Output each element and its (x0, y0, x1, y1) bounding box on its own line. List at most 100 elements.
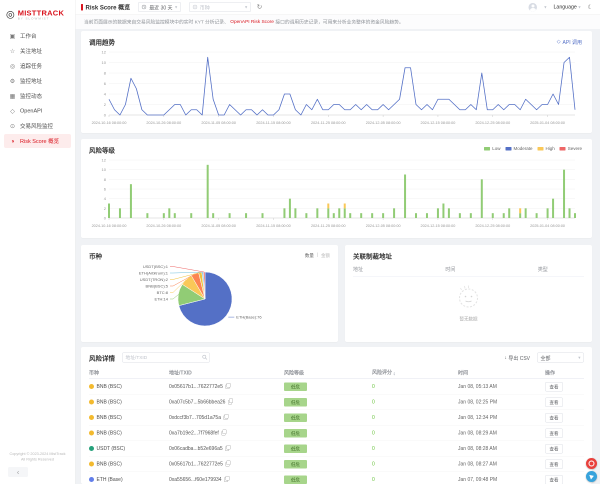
card-call-trend: 调用趋势 ◇ API 调用 0246810122024-10-16 08:00:… (81, 31, 592, 133)
copy-icon[interactable] (225, 446, 229, 451)
time-cell: Jan 08, 02:25 PM (458, 399, 545, 405)
sidebar-item-monitor-activity[interactable]: ▦监控动态 (4, 89, 71, 103)
legend-item-moderate[interactable]: Moderate (505, 146, 532, 151)
shield-icon: ⊙ (9, 123, 16, 130)
sidebar-item-openapi[interactable]: ◇OpenAPI (4, 104, 71, 118)
svg-text:6: 6 (104, 81, 107, 86)
risk-level-title: 风险等级 (89, 145, 115, 155)
view-button[interactable]: 查看 (545, 444, 563, 454)
time-range-select[interactable]: 最近 30 天 ▾ (138, 2, 181, 12)
sidebar-collapse-button[interactable]: ‹ (8, 467, 28, 477)
table-row: ETH (Base)0xa55656...f60e179934低危0Jan 07… (89, 472, 584, 484)
chevron-down-icon: ▾ (578, 4, 580, 10)
page-title: Risk Score 概览 (86, 3, 131, 12)
copy-icon[interactable] (225, 462, 229, 467)
risk-score-value: 0 (372, 477, 458, 483)
action-cell: 查看 (545, 444, 584, 454)
coin-cell: BNB (BSC) (89, 461, 169, 467)
address-text[interactable]: 0x05617b1...7622772e5 (169, 384, 223, 390)
svg-text:2025-01-04 08:00:00: 2025-01-04 08:00:00 (530, 121, 565, 125)
address-cell: 0xa07c5b7...5b66bbea26 (169, 399, 284, 405)
refresh-icon[interactable]: ↻ (257, 3, 262, 11)
sidebar-item-risk-score[interactable]: ◑Risk Score 概览 (4, 134, 71, 148)
sidebar-item-label: 交易风险监控 (20, 122, 53, 130)
address-text[interactable]: 0x06cadba...b52e696a5 (169, 446, 223, 452)
legend-label: Severe (568, 146, 582, 151)
toggle-quantity[interactable]: 数量 (305, 252, 314, 259)
sort-icon[interactable]: ▴▾ (394, 372, 396, 376)
svg-text:8: 8 (104, 71, 107, 76)
address-text[interactable]: 0x05617b1...7622772e5 (169, 461, 223, 467)
card-coins: 币种 数量 | 金额 ETH(Base):76ETH:14BTC:8BNB(BS… (81, 245, 338, 342)
copy-icon[interactable] (225, 384, 229, 389)
svg-text:4: 4 (104, 196, 107, 201)
svg-text:ETH:14: ETH:14 (154, 297, 168, 302)
chevron-down-icon: ▾ (245, 4, 247, 10)
view-button[interactable]: 查看 (545, 475, 563, 484)
table-row: BNB (BSC)0xdccf3b7...705d1a75a低危0Jan 08,… (89, 410, 584, 426)
account-chevron-down-icon[interactable]: ▾ (544, 4, 546, 10)
copy-icon[interactable] (224, 477, 228, 482)
legend-item-high[interactable]: High (537, 146, 554, 151)
level-cell: 低危 (284, 475, 372, 484)
risk-level-badge: 低危 (284, 413, 307, 422)
address-text[interactable]: 0xa7b19e2...7f7968fef (169, 430, 219, 436)
risk-search-input[interactable] (122, 353, 210, 363)
user-avatar[interactable] (529, 3, 538, 12)
empty-state-icon (454, 284, 484, 310)
legend-item-low[interactable]: Low (484, 146, 500, 151)
sidebar-item-label: Risk Score 概览 (20, 137, 59, 145)
view-button[interactable]: 查看 (545, 413, 563, 423)
svg-text:2024-12-05 08:00:00: 2024-12-05 08:00:00 (366, 121, 401, 125)
risk-details-col-3[interactable]: 风险评分▴▾ (372, 368, 458, 376)
coin-icon (89, 431, 94, 436)
sidebar-item-workbench[interactable]: ▣工作台 (4, 29, 71, 43)
brand-logo[interactable]: ◎ MISTTRACK BY SLOWMIST (0, 0, 75, 24)
export-csv-button[interactable]: ↓ 导出 CSV (504, 354, 530, 362)
level-filter-select[interactable]: 全部 ▾ (537, 353, 584, 363)
support-float-button[interactable] (586, 458, 597, 469)
language-select[interactable]: Language ▾ (553, 4, 580, 10)
risk-level-badge: 低危 (284, 429, 307, 438)
coin-icon (89, 446, 94, 451)
view-button[interactable]: 查看 (545, 382, 563, 392)
time-cell: Jan 08, 08:29 AM (458, 430, 545, 436)
sidebar-item-trace-task[interactable]: ◎追踪任务 (4, 59, 71, 73)
address-text[interactable]: 0xa07c5b7...5b66bbea26 (169, 399, 225, 405)
risk-level-legend: Low Moderate High Severe (484, 146, 582, 151)
copy-icon[interactable] (228, 400, 232, 405)
coin-select[interactable]: 币种 ▾ (189, 2, 251, 12)
risk-details-col-1: 地址/TXID (169, 368, 284, 376)
telegram-float-button[interactable] (586, 471, 597, 482)
sidebar-item-watch-address[interactable]: ☆关注地址 (4, 44, 71, 58)
legend-api-calls[interactable]: ◇ API 调用 (557, 38, 582, 46)
view-button[interactable]: 查看 (545, 397, 563, 407)
sidebar-item-tx-risk[interactable]: ⊙ 交易风险监控 (4, 119, 71, 133)
sidebar-item-monitor-address[interactable]: ⚙监控地址 (4, 74, 71, 88)
address-text[interactable]: 0xa55656...f60e179934 (169, 477, 222, 483)
level-cell: 低危 (284, 398, 372, 407)
copy-icon[interactable] (223, 415, 227, 420)
svg-text:USDT(TRON):2: USDT(TRON):2 (140, 277, 169, 282)
call-trend-title: 调用趋势 (89, 37, 115, 47)
card-risk-level: 风险等级 LowModerateHighSevere 0246810122024… (81, 139, 592, 238)
dark-mode-toggle-icon[interactable]: ☾ (588, 4, 593, 11)
coin-icon (192, 5, 197, 10)
card-sanctioned-addresses: 关联制裁地址 地址 时间 类型 暂无数据 (345, 245, 592, 342)
coin-cell: BNB (BSC) (89, 415, 169, 421)
view-button[interactable]: 查看 (545, 428, 563, 438)
svg-text:8: 8 (104, 177, 107, 182)
level-cell: 低危 (284, 444, 372, 453)
view-button[interactable]: 查看 (545, 459, 563, 469)
legend-swatch-icon (505, 147, 511, 151)
address-cell: 0x05617b1...7622772e5 (169, 384, 284, 390)
misttrack-logo-icon: ◎ (6, 10, 15, 20)
sidebar-item-label: 追踪任务 (20, 62, 42, 70)
svg-text:2024-10-26 08:00:00: 2024-10-26 08:00:00 (146, 121, 181, 125)
legend-item-severe[interactable]: Severe (560, 146, 582, 151)
openapi-risk-score-link[interactable]: OpenAPI Risk Score (230, 19, 274, 25)
address-text[interactable]: 0xdccf3b7...705d1a75a (169, 415, 221, 421)
coin-label: BNB (BSC) (97, 399, 122, 405)
toggle-amount[interactable]: 金额 (321, 252, 330, 259)
copy-icon[interactable] (221, 431, 225, 436)
